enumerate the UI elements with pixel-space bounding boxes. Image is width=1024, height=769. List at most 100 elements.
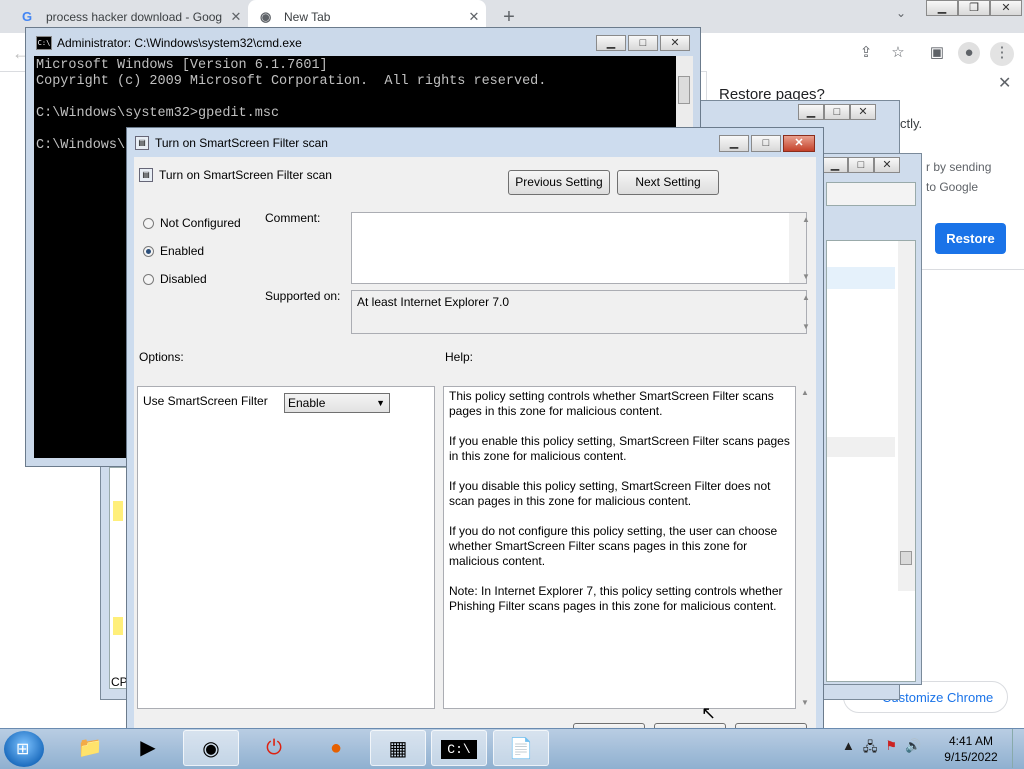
radio-icon[interactable] — [143, 273, 154, 285]
tab-close-icon[interactable]: ✕ — [224, 9, 248, 25]
chrome-menu-icon[interactable]: ⋮ — [990, 42, 1014, 66]
cmd-icon: C:\ — [36, 36, 52, 50]
radio-enabled[interactable]: Enabled — [143, 244, 204, 258]
close-icon[interactable]: ✕ — [783, 135, 815, 152]
notepad-icon[interactable]: 📄 — [493, 730, 549, 766]
supported-scrollbar[interactable]: ▲ ▼ — [789, 291, 810, 333]
policy-icon: ▤ — [139, 168, 153, 182]
restore-popup-subtext-line: r by sending — [926, 160, 992, 174]
background-list-pane — [826, 240, 916, 682]
dialog-title-bar: ▤ Turn on SmartScreen Filter scan — [135, 136, 328, 150]
restore-popup-text: ctly. — [900, 116, 923, 131]
policy-icon: ▤ — [135, 136, 149, 150]
close-icon[interactable]: ✕ — [874, 157, 900, 173]
scroll-up-icon[interactable]: ▲ — [801, 388, 809, 397]
help-panel: This policy setting controls whether Sma… — [443, 386, 796, 709]
comment-field[interactable]: ▲ ▼ — [351, 212, 810, 284]
scroll-down-icon[interactable]: ▼ — [798, 322, 815, 331]
media-player-icon[interactable]: ▶ — [120, 730, 176, 766]
start-button[interactable]: ⊞ — [4, 731, 44, 767]
network-icon[interactable]: 🖧 — [863, 738, 878, 760]
dropdown-arrow-icon[interactable]: ▼ — [376, 394, 385, 412]
tab-close-icon[interactable]: ✕ — [462, 9, 486, 25]
setting-name: Turn on SmartScreen Filter scan — [159, 168, 332, 182]
background-window-caption: ▁ □ ✕ — [822, 157, 900, 173]
minimize-icon[interactable]: ▁ — [926, 0, 958, 16]
monitor-icon[interactable]: ▦ — [370, 730, 426, 766]
maximize-icon[interactable]: □ — [848, 157, 874, 173]
minimize-icon[interactable]: ▁ — [822, 157, 848, 173]
chrome-icon: ◉ — [260, 8, 272, 24]
profile-avatar-icon[interactable]: ● — [958, 42, 980, 64]
radio-label: Not Configured — [160, 216, 241, 230]
show-hidden-icons-icon[interactable]: ▲ — [842, 738, 855, 760]
supported-on-field: At least Internet Explorer 7.0 ▲ ▼ — [351, 290, 810, 334]
dialog-body: ▤ Turn on SmartScreen Filter scan Previo… — [134, 157, 816, 735]
taskbar-clock[interactable]: 4:41 AM 9/15/2022 — [938, 733, 1004, 765]
help-text: This policy setting controls whether Sma… — [449, 389, 794, 629]
help-scrollbar[interactable]: ▲ ▼ — [797, 386, 814, 709]
side-panel-icon[interactable]: ▣ — [926, 42, 948, 64]
explorer-icon[interactable]: 📁 — [62, 730, 118, 766]
scroll-up-icon[interactable]: ▲ — [798, 293, 815, 302]
bookmark-star-icon[interactable]: ☆ — [887, 42, 909, 64]
volume-icon[interactable]: 🔊 — [905, 738, 921, 760]
radio-label: Enabled — [160, 244, 205, 258]
help-paragraph: Note: In Internet Explorer 7, this polic… — [449, 584, 783, 613]
mouse-cursor-icon: ↖ — [701, 703, 717, 723]
maximize-icon[interactable]: □ — [751, 135, 781, 152]
minimize-icon[interactable]: ▁ — [798, 104, 824, 120]
vertical-scrollbar[interactable] — [898, 241, 915, 591]
close-icon[interactable]: ✕ — [850, 104, 876, 120]
help-label: Help: — [445, 350, 474, 364]
comment-label: Comment: — [265, 211, 321, 225]
help-paragraph: If you do not configure this policy sett… — [449, 524, 778, 568]
tab-search-chevron-icon[interactable]: ⌄ — [896, 6, 906, 20]
scroll-thumb[interactable] — [900, 551, 912, 565]
minimize-icon[interactable]: ▁ — [596, 35, 626, 51]
minimize-icon[interactable]: ▁ — [719, 135, 749, 152]
chrome-icon[interactable]: ◉ — [183, 730, 239, 766]
share-icon[interactable]: ⇪ — [855, 42, 877, 64]
scroll-down-icon[interactable]: ▼ — [798, 272, 815, 281]
help-paragraph: This policy setting controls whether Sma… — [449, 389, 774, 418]
chrome-caption-buttons: ▁ ❐ ✕ — [926, 0, 1022, 18]
radio-disabled[interactable]: Disabled — [143, 272, 207, 286]
maximize-icon[interactable]: □ — [824, 104, 850, 120]
restore-icon[interactable]: ❐ — [958, 0, 990, 16]
restore-popup-subtext: r by sending to Google — [926, 157, 991, 197]
help-paragraph: If you enable this policy setting, Smart… — [449, 434, 790, 463]
options-panel: Use SmartScreen Filter Enable ▼ — [137, 386, 435, 709]
restore-popup-close-icon[interactable]: ✕ — [998, 73, 1011, 93]
previous-setting-button[interactable]: Previous Setting — [508, 170, 610, 195]
radio-icon[interactable] — [143, 217, 154, 229]
scroll-down-icon[interactable]: ▼ — [801, 698, 809, 707]
setting-header: ▤ Turn on SmartScreen Filter scan — [139, 168, 332, 182]
restore-button[interactable]: Restore — [935, 223, 1006, 254]
new-tab-button[interactable]: + — [498, 6, 520, 28]
cmd-icon[interactable]: C:\ — [431, 730, 487, 766]
scroll-thumb[interactable] — [678, 76, 690, 104]
clock-time: 4:41 AM — [948, 734, 994, 748]
dialog-title: Turn on SmartScreen Filter scan — [155, 136, 328, 150]
scroll-up-icon[interactable]: ▲ — [798, 215, 815, 224]
windows-logo-icon: ⊞ — [16, 741, 30, 758]
radio-label: Disabled — [160, 272, 207, 286]
action-center-icon[interactable]: ⚑ — [885, 738, 897, 760]
radio-not-configured[interactable]: Not Configured — [143, 216, 241, 230]
cmd-icon-glyph: C:\ — [441, 740, 477, 759]
supported-on-label: Supported on: — [265, 289, 341, 303]
cmd-caption-buttons: ▁ □ ✕ — [596, 35, 690, 51]
show-desktop-button[interactable] — [1012, 729, 1024, 768]
firefox-icon[interactable]: ● — [308, 730, 364, 766]
next-setting-button[interactable]: Next Setting — [617, 170, 719, 195]
radio-checked-icon[interactable] — [143, 245, 154, 257]
maximize-icon[interactable]: □ — [628, 35, 658, 51]
close-icon[interactable]: ✕ — [660, 35, 690, 51]
smartscreen-dropdown[interactable]: Enable ▼ — [284, 393, 390, 413]
tab-title: New Tab — [284, 9, 331, 24]
close-icon[interactable]: ✕ — [990, 0, 1022, 16]
comment-scrollbar[interactable]: ▲ ▼ — [789, 213, 810, 283]
policy-setting-dialog: ▤ Turn on SmartScreen Filter scan ▁ □ ✕ … — [126, 127, 824, 735]
power-icon[interactable]: ⏻ — [246, 730, 302, 766]
